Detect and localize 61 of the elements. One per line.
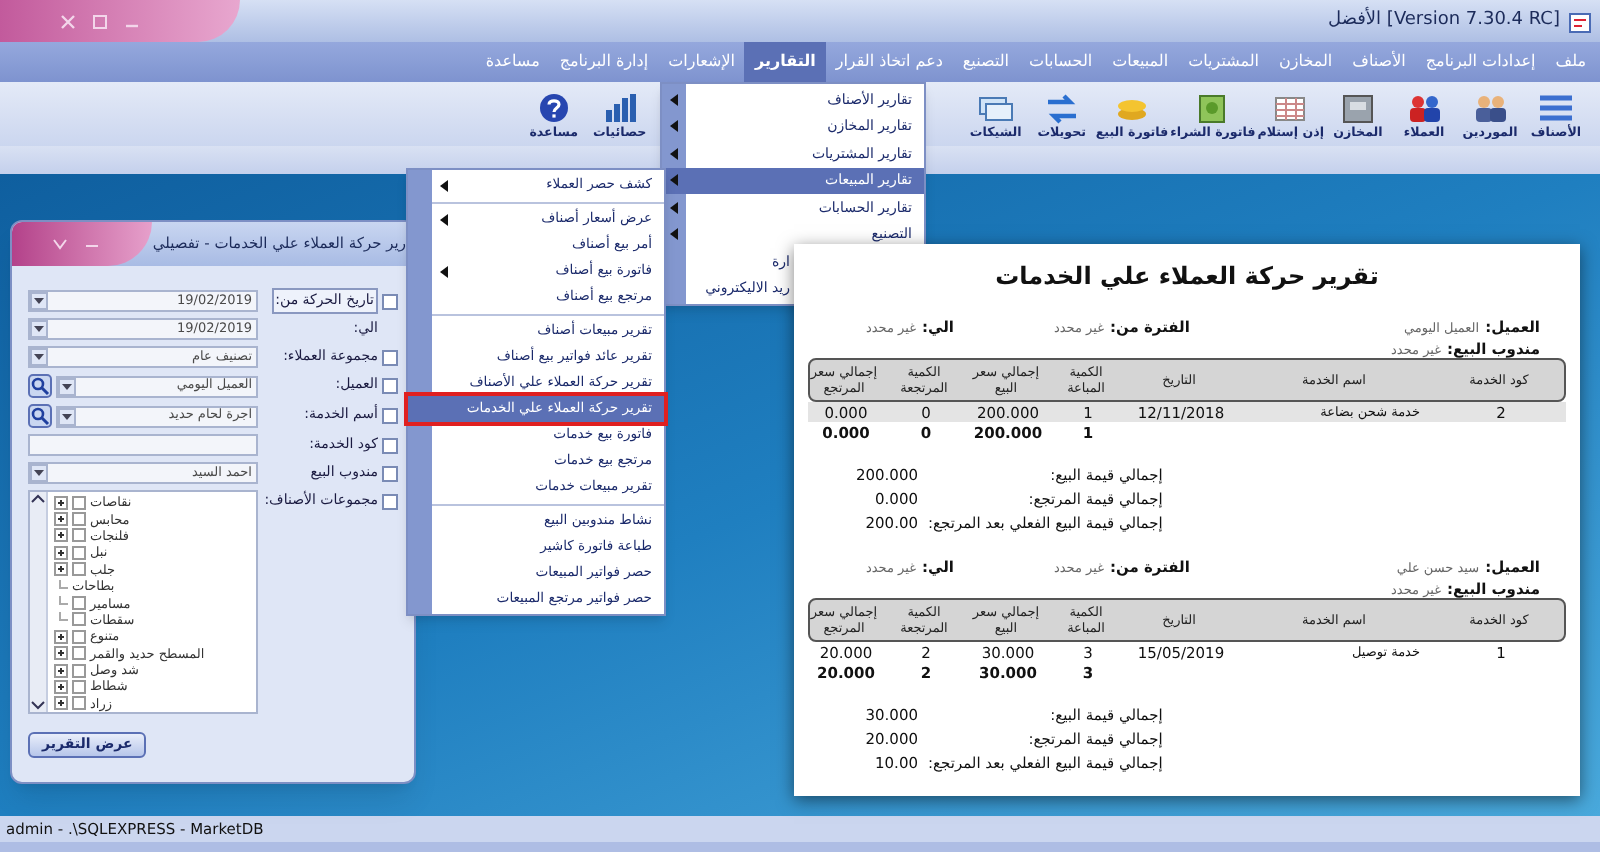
banknote-icon [1194, 92, 1231, 124]
expand-icon[interactable] [54, 528, 68, 543]
dropdown-caret-icon[interactable] [30, 320, 48, 338]
dropdown-caret-icon[interactable] [30, 464, 48, 482]
checkbox[interactable] [72, 663, 86, 678]
expand-icon[interactable] [54, 646, 68, 661]
checkbox[interactable] [72, 528, 86, 543]
scrollbar[interactable] [30, 492, 48, 712]
people-icon [1472, 92, 1508, 124]
checkbox[interactable] [382, 377, 398, 393]
arrows-icon [1043, 92, 1080, 124]
help-icon [535, 92, 572, 124]
dropdown-caret-icon[interactable] [58, 377, 76, 395]
checkbox[interactable] [72, 495, 86, 510]
dropdown-caret-icon[interactable] [30, 292, 48, 310]
search-icon[interactable] [28, 374, 52, 398]
menu-item[interactable]: التقارير [744, 42, 826, 82]
checkbox[interactable] [72, 596, 86, 611]
checkbox[interactable] [382, 349, 398, 365]
checkbox[interactable] [72, 545, 86, 560]
submenu-arrow-icon [438, 211, 450, 227]
checkbox[interactable] [72, 562, 86, 577]
search-icon[interactable] [28, 404, 52, 428]
cards-icon [977, 92, 1014, 124]
people-icon [1406, 92, 1442, 124]
close-icon[interactable] [60, 13, 76, 29]
checkbox[interactable] [72, 696, 86, 711]
checkbox[interactable] [72, 512, 86, 527]
checkbox[interactable] [382, 407, 398, 423]
expand-icon[interactable] [54, 512, 68, 527]
submenu-arrow-icon [438, 177, 450, 193]
dropdown-caret-icon[interactable] [30, 348, 48, 366]
window-title: [Version 7.30.4 RC] الأفضل [1328, 7, 1560, 34]
app-icon [1568, 9, 1592, 33]
dropdown-caret-icon[interactable] [58, 407, 76, 425]
checkbox[interactable] [382, 293, 398, 309]
input-field[interactable] [28, 434, 258, 456]
scroll-down-icon[interactable] [30, 698, 46, 712]
expand-icon[interactable] [54, 629, 68, 644]
checkbox[interactable] [72, 646, 86, 661]
checkbox[interactable] [382, 465, 398, 481]
cabinet-icon [1340, 92, 1376, 124]
checkbox[interactable] [72, 679, 86, 694]
submenu-arrow-icon [438, 263, 450, 279]
scroll-up-icon[interactable] [30, 492, 46, 506]
list-icon [1538, 92, 1574, 124]
expand-icon[interactable] [54, 679, 68, 694]
caret-icon[interactable] [52, 238, 68, 250]
expand-icon[interactable] [54, 663, 68, 678]
table-icon [1272, 92, 1309, 124]
checkbox[interactable] [72, 612, 86, 627]
expand-icon[interactable] [54, 495, 68, 510]
checkbox[interactable] [72, 629, 86, 644]
expand-icon[interactable] [54, 545, 68, 560]
checkbox[interactable] [382, 493, 398, 509]
maximize-icon[interactable] [92, 13, 108, 29]
expand-icon[interactable] [54, 696, 68, 711]
report-title: تقرير حركة العملاء علي الخدمات [993, 260, 1381, 294]
checkbox[interactable] [382, 437, 398, 453]
bar-chart-icon [601, 92, 638, 124]
expand-icon[interactable] [54, 562, 68, 577]
